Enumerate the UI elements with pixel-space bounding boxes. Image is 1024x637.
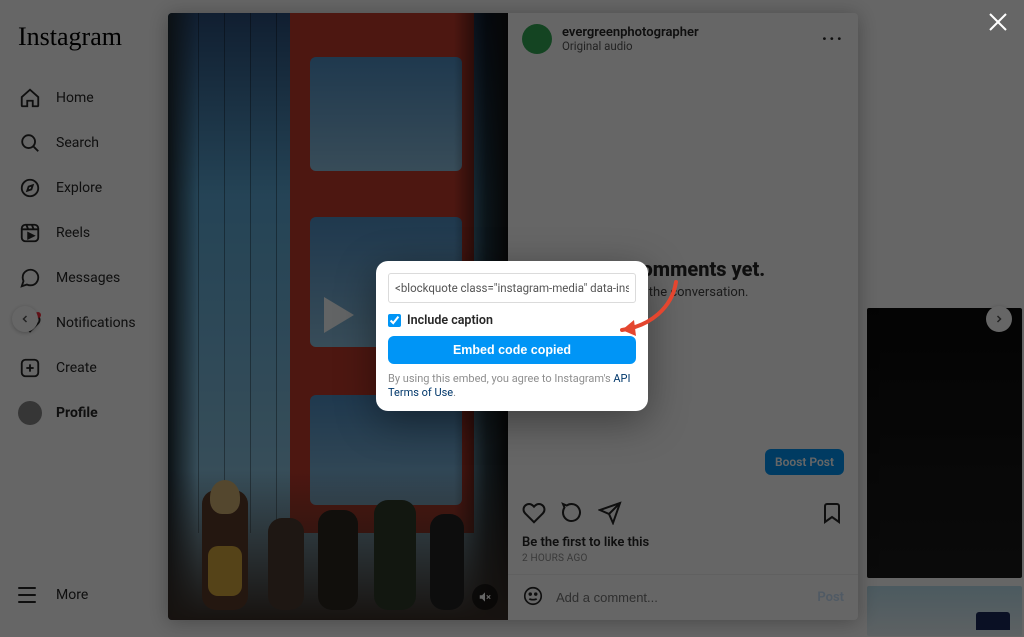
- embed-code-input[interactable]: [388, 273, 636, 303]
- embed-dialog: Include caption Embed code copied By usi…: [376, 261, 648, 411]
- close-icon[interactable]: [986, 10, 1010, 34]
- include-caption-label: Include caption: [407, 313, 493, 328]
- include-caption-checkbox[interactable]: [388, 314, 401, 327]
- embed-terms-text: By using this embed, you agree to Instag…: [388, 372, 636, 401]
- copy-embed-button[interactable]: Embed code copied: [388, 336, 636, 364]
